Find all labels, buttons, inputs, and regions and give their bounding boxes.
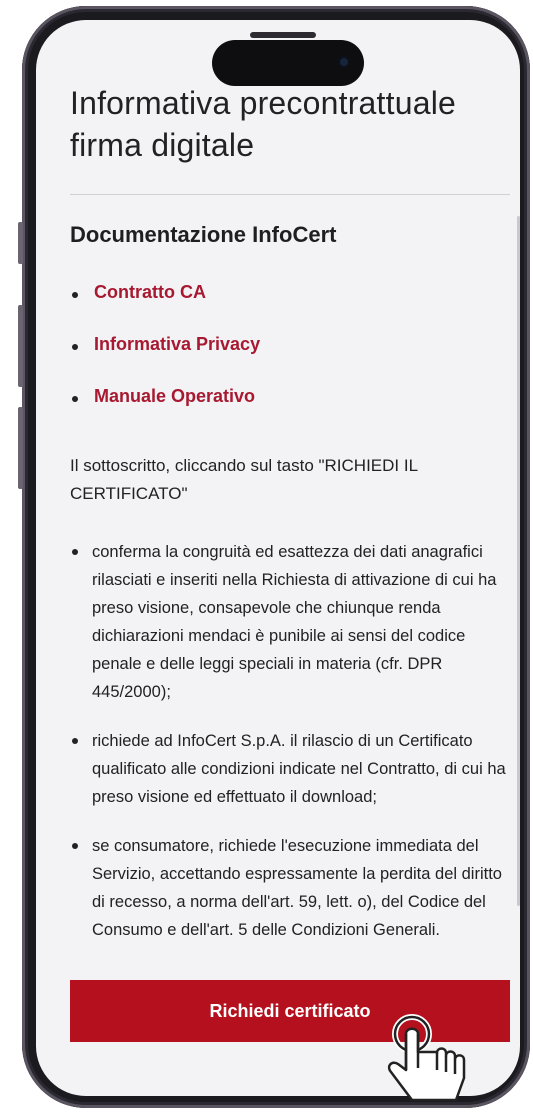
declarations-list: conferma la congruità ed esattezza dei d… <box>70 538 510 965</box>
page-title: Informativa precontrattuale firma digita… <box>70 82 510 166</box>
camera-icon <box>338 56 350 68</box>
declaration-item: conferma la congruità ed esattezza dei d… <box>70 538 510 706</box>
link-manuale-operativo[interactable]: Manuale Operativo <box>70 386 260 438</box>
declaration-item: se consumatore, richiede l'esecuzione im… <box>70 832 510 944</box>
hand-pointer-icon <box>387 1014 466 1102</box>
page-title-line-2: firma digitale <box>70 127 255 163</box>
dynamic-island <box>212 40 364 86</box>
divider <box>70 194 510 195</box>
intro-text: Il sottoscritto, cliccando sul tasto "RI… <box>70 456 418 503</box>
side-button-volume-up <box>18 305 23 387</box>
side-button-volume-down <box>18 407 23 489</box>
scrollbar[interactable] <box>517 216 520 906</box>
link-informativa-privacy[interactable]: Informativa Privacy <box>70 334 260 386</box>
declaration-item: richiede ad InfoCert S.p.A. il rilascio … <box>70 727 510 811</box>
link-contratto-ca[interactable]: Contratto CA <box>70 282 260 334</box>
page-title-line-1: Informativa precontrattuale <box>70 85 457 121</box>
side-button-action <box>18 222 23 264</box>
documents-list: Contratto CA Informativa Privacy Manuale… <box>70 282 260 438</box>
speaker-grille <box>250 32 316 38</box>
section-title: Documentazione InfoCert <box>70 222 337 247</box>
